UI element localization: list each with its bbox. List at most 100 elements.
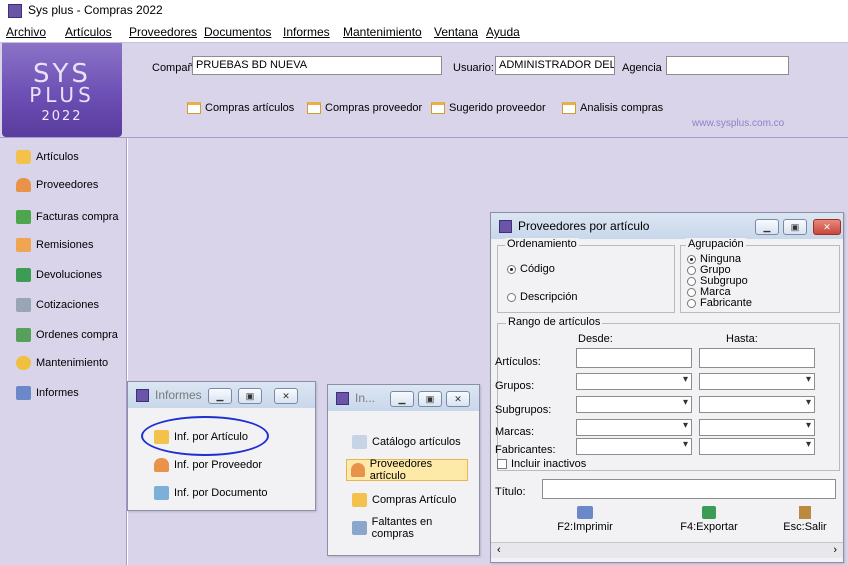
compras-articulo-button[interactable]: Compras Artículo	[348, 489, 460, 511]
desde-label: Desde:	[578, 333, 613, 345]
menu-archivo[interactable]: Archivo	[6, 25, 46, 39]
articulos-hasta-input[interactable]	[699, 348, 815, 368]
marcas-hasta-select[interactable]	[699, 419, 815, 436]
horizontal-scrollbar[interactable]: ‹ ›	[491, 542, 843, 558]
in-title: In...	[355, 391, 376, 405]
grupos-desde-select[interactable]	[576, 373, 692, 390]
website-link[interactable]: www.sysplus.com.co	[692, 118, 784, 129]
sidebar-item-devoluciones[interactable]: Devoluciones	[16, 266, 102, 284]
inf-por-documento-label: Inf. por Documento	[174, 487, 268, 499]
in-titlebar[interactable]: In... ▁ ▣ ✕	[328, 385, 479, 411]
menu-documentos[interactable]: Documentos	[204, 25, 271, 39]
sidebar-item-cotizaciones[interactable]: Cotizaciones	[16, 296, 99, 314]
catalog-icon	[352, 435, 367, 449]
printer-icon	[16, 386, 31, 400]
radio-dot	[507, 292, 516, 302]
sidebar-item-facturas-compra[interactable]: Facturas compra	[16, 208, 119, 226]
catalogo-articulos-label: Catálogo artículos	[372, 436, 461, 448]
box-icon	[16, 150, 31, 164]
sidebar-item-informes[interactable]: Informes	[16, 384, 79, 402]
subgrupos-hasta-select[interactable]	[699, 396, 815, 413]
sidebar: Artículos Proveedores Facturas compra Re…	[0, 138, 127, 565]
sidebar-label: Artículos	[36, 151, 79, 163]
close-button[interactable]: ✕	[446, 391, 470, 407]
menu-ayuda[interactable]: Ayuda	[486, 25, 520, 39]
fabricantes-desde-select[interactable]	[576, 438, 692, 455]
minimize-button[interactable]: ▁	[208, 388, 232, 404]
radio-label: Fabricante	[700, 297, 752, 309]
grupos-hasta-select[interactable]	[699, 373, 815, 390]
imprimir-button[interactable]: F2:Imprimir	[545, 506, 625, 533]
app-icon	[499, 220, 512, 233]
menu-mantenimiento[interactable]: Mantenimiento	[343, 25, 422, 39]
catalogo-articulos-button[interactable]: Catálogo artículos	[348, 431, 465, 453]
inf-por-proveedor-button[interactable]: Inf. por Proveedor	[150, 454, 266, 476]
sidebar-label: Ordenes compra	[36, 329, 118, 341]
agency-label: Agencia	[622, 62, 662, 74]
agency-field[interactable]	[666, 56, 789, 75]
close-button[interactable]: ✕	[813, 219, 841, 235]
salir-button[interactable]: Esc:Salir	[770, 506, 840, 533]
marcas-desde-select[interactable]	[576, 419, 692, 436]
sidebar-label: Cotizaciones	[36, 299, 99, 311]
titulo-input[interactable]	[542, 479, 836, 499]
scroll-left-icon[interactable]: ‹	[497, 544, 501, 556]
analisis-compras-button[interactable]: Analisis compras	[562, 100, 663, 116]
sidebar-item-mantenimiento[interactable]: Mantenimiento	[16, 354, 108, 372]
inf-por-documento-button[interactable]: Inf. por Documento	[150, 482, 272, 504]
user-label: Usuario:	[453, 62, 494, 74]
minimize-button[interactable]: ▁	[390, 391, 414, 407]
user-field[interactable]: ADMINISTRADOR DEL	[495, 56, 615, 75]
sidebar-item-proveedores[interactable]: Proveedores	[16, 176, 98, 194]
company-field[interactable]: PRUEBAS BD NUEVA	[192, 56, 442, 75]
informes-title: Informes	[155, 388, 202, 402]
scroll-right-icon[interactable]: ›	[833, 544, 837, 556]
checkbox-box	[497, 459, 507, 469]
app-icon	[8, 4, 22, 18]
logo-year: 2022	[41, 109, 83, 124]
sidebar-label: Proveedores	[36, 179, 99, 191]
radio-descripcion[interactable]: Descripción	[507, 291, 577, 303]
fabricantes-hasta-select[interactable]	[699, 438, 815, 455]
radio-dot	[687, 254, 696, 264]
rango-title: Rango de artículos	[506, 316, 603, 328]
close-button[interactable]: ✕	[274, 388, 298, 404]
maximize-button[interactable]: ▣	[783, 219, 807, 235]
faltantes-en-compras-button[interactable]: Faltantes en compras	[348, 516, 479, 540]
titulo-label: Título:	[495, 486, 526, 498]
radio-codigo[interactable]: Código	[507, 263, 555, 275]
radio-fabricante[interactable]: Fabricante	[687, 297, 752, 309]
return-icon	[16, 268, 31, 282]
prov-titlebar[interactable]: Proveedores por artículo ▁ ▣ ✕	[491, 213, 843, 239]
sidebar-label: Remisiones	[36, 239, 94, 251]
sheet-icon	[187, 102, 201, 114]
maximize-button[interactable]: ▣	[418, 391, 442, 407]
maximize-button[interactable]: ▣	[238, 388, 262, 404]
ordenamiento-title: Ordenamiento	[505, 238, 579, 250]
menu-proveedores[interactable]: Proveedores	[129, 25, 197, 39]
minimize-button[interactable]: ▁	[755, 219, 779, 235]
radio-dot	[507, 264, 516, 274]
sheet-icon	[562, 102, 576, 114]
informes-titlebar[interactable]: Informes ▁ ▣ ✕	[128, 382, 315, 408]
articulos-desde-input[interactable]	[576, 348, 692, 368]
menu-articulos[interactable]: Artículos	[65, 25, 112, 39]
hasta-label: Hasta:	[726, 333, 758, 345]
sugerido-proveedor-button[interactable]: Sugerido proveedor	[431, 100, 546, 116]
proveedores-articulo-button[interactable]: Proveedores artículo	[346, 458, 468, 482]
box-icon	[352, 493, 367, 507]
sidebar-item-ordenes-compra[interactable]: Ordenes compra	[16, 326, 118, 344]
articulos-label: Artículos:	[495, 356, 541, 368]
compras-proveedor-button[interactable]: Compras proveedor	[307, 100, 422, 116]
menu-ventana[interactable]: Ventana	[434, 25, 478, 39]
exportar-button[interactable]: F4:Exportar	[669, 506, 749, 533]
compras-articulos-button[interactable]: Compras artículos	[187, 100, 294, 116]
sidebar-item-remisiones[interactable]: Remisiones	[16, 236, 93, 254]
app-title: Sys plus - Compras 2022	[28, 3, 163, 17]
in-window: In... ▁ ▣ ✕ Catálogo artículos Proveedor…	[327, 384, 480, 556]
menu-informes[interactable]: Informes	[283, 25, 330, 39]
subgrupos-desde-select[interactable]	[576, 396, 692, 413]
incluir-inactivos-checkbox[interactable]: Incluir inactivos	[497, 458, 586, 470]
salir-label: Esc:Salir	[783, 521, 827, 533]
sidebar-item-articulos[interactable]: Artículos	[16, 148, 79, 166]
